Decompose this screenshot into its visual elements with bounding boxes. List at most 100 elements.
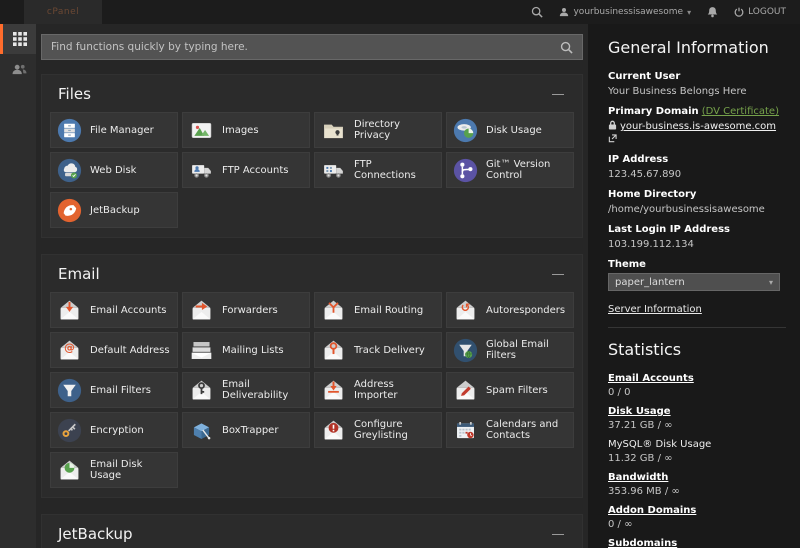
email-disk-usage-icon [57, 458, 82, 483]
app-card-email-accounts[interactable]: Email Accounts [50, 292, 178, 328]
section-jetbackup: JetBackup ↻ Full Account Backups ↻ File … [41, 514, 583, 548]
primary-domain-link[interactable]: your-business.is-awesome.com [620, 121, 776, 132]
info-field: Primary Domain (DV Certificate) your-busi… [608, 105, 786, 146]
sidebar-item-user-manager[interactable] [0, 54, 36, 84]
theme-select[interactable]: paper_lantern ▾ [608, 273, 780, 291]
app-label: Address Importer [354, 379, 398, 401]
chevron-down-icon: ▾ [768, 277, 773, 287]
collapse-jetbackup-icon[interactable] [552, 533, 564, 535]
app-card-encryption[interactable]: Encryption [50, 412, 178, 448]
app-card-autoresponders[interactable]: ↺ Autoresponders [446, 292, 574, 328]
app-label: FTP Accounts [222, 164, 289, 176]
ftp-accounts-icon [189, 158, 214, 183]
main-content: Files File Manager Images Directory Priv… [36, 24, 588, 548]
stat-label[interactable]: Email Accounts [608, 373, 694, 384]
app-card-calendars-and-contacts[interactable]: Calendars and Contacts [446, 412, 574, 448]
app-card-configure-greylisting[interactable]: Configure Greylisting [314, 412, 442, 448]
email-deliverability-icon [189, 378, 214, 403]
stat-item: Bandwidth 353.96 MB / ∞ [608, 471, 786, 498]
app-label: Autoresponders [486, 304, 566, 316]
stat-label[interactable]: Addon Domains [608, 505, 696, 516]
app-card-spam-filters[interactable]: Spam Filters [446, 372, 574, 408]
stat-label[interactable]: Disk Usage [608, 406, 671, 417]
server-information-link[interactable]: Server Information [608, 304, 702, 315]
app-card-global-email-filters[interactable]: Global Email Filters [446, 332, 574, 368]
app-card-track-delivery[interactable]: Track Delivery [314, 332, 442, 368]
svg-text:@: @ [64, 340, 75, 353]
app-label: Email Filters [90, 384, 151, 396]
app-card-mailing-lists[interactable]: Mailing Lists [182, 332, 310, 368]
info-field: Last Login IP Address 103.199.112.134 [608, 223, 786, 251]
app-card-web-disk[interactable]: Web Disk [50, 152, 178, 188]
section-email: Email Email Accounts Forwarders Email Ro… [41, 254, 583, 498]
sidebar-item-tools[interactable] [0, 24, 36, 54]
info-field-value: Your Business Belongs Here [608, 86, 747, 97]
collapse-files-icon[interactable] [552, 93, 564, 95]
track-delivery-icon [321, 338, 346, 363]
app-label: Directory Privacy [354, 119, 401, 141]
jetbackup-icon [57, 198, 82, 223]
notifications-bell-icon[interactable] [707, 6, 718, 18]
svg-text:↺: ↺ [461, 300, 471, 314]
section-header: Email [50, 262, 574, 292]
app-card-boxtrapper[interactable]: BoxTrapper [182, 412, 310, 448]
info-field-value: /home/yourbusinessisawesome [608, 204, 765, 215]
stat-item: Disk Usage 37.21 GB / ∞ [608, 405, 786, 432]
app-card-images[interactable]: Images [182, 112, 310, 148]
topbar: cPanel yourbusinessisawesome ▾ LOGOUT [0, 0, 800, 24]
general-information-title: General Information [608, 38, 769, 57]
info-field-label: Current User [608, 71, 681, 82]
search-input[interactable] [51, 41, 560, 53]
info-field-value: 123.45.67.890 [608, 169, 682, 180]
app-card-disk-usage[interactable]: Disk Usage [446, 112, 574, 148]
boxtrapper-icon [189, 418, 214, 443]
external-link-icon [608, 134, 617, 145]
app-label: Email Accounts [90, 304, 167, 316]
app-card-default-address[interactable]: @ Default Address [50, 332, 178, 368]
logout-button[interactable]: LOGOUT [734, 7, 786, 17]
app-label: Disk Usage [486, 124, 542, 136]
username: yourbusinessisawesome [573, 7, 684, 17]
stat-item: Addon Domains 0 / ∞ [608, 504, 786, 531]
logout-label: LOGOUT [748, 7, 786, 17]
app-label: Mailing Lists [222, 344, 284, 356]
app-card-forwarders[interactable]: Forwarders [182, 292, 310, 328]
stat-value: 11.32 GB / ∞ [608, 453, 673, 464]
cpanel-logo[interactable]: cPanel [24, 0, 102, 24]
stat-item: Subdomains 0 / ∞ [608, 537, 786, 548]
app-card-git-version-control[interactable]: Git™ Version Control [446, 152, 574, 188]
file-manager-icon [57, 118, 82, 143]
dv-certificate-link[interactable]: (DV Certificate) [702, 106, 779, 117]
mailing-lists-icon [189, 338, 214, 363]
app-card-address-importer[interactable]: Address Importer [314, 372, 442, 408]
app-card-file-manager[interactable]: File Manager [50, 112, 178, 148]
stat-label: MySQL® Disk Usage [608, 439, 712, 450]
app-card-email-deliverability[interactable]: Email Deliverability [182, 372, 310, 408]
section-header: JetBackup [50, 522, 574, 548]
collapse-email-icon[interactable] [552, 273, 564, 275]
app-card-email-routing[interactable]: Email Routing [314, 292, 442, 328]
right-sidebar: General Information Current User Your Bu… [588, 24, 800, 548]
info-field: Current User Your Business Belongs Here [608, 70, 786, 98]
search-icon[interactable] [531, 6, 544, 18]
app-card-jetbackup[interactable]: JetBackup [50, 192, 178, 228]
theme-value: paper_lantern [615, 276, 685, 288]
app-card-email-disk-usage[interactable]: Email Disk Usage [50, 452, 178, 488]
app-label: File Manager [90, 124, 154, 136]
email-accounts-icon [57, 298, 82, 323]
app-card-ftp-connections[interactable]: FTP Connections [314, 152, 442, 188]
theme-label: Theme [608, 259, 646, 270]
power-icon [734, 7, 744, 17]
app-card-ftp-accounts[interactable]: FTP Accounts [182, 152, 310, 188]
user-menu-button[interactable]: yourbusinessisawesome ▾ [559, 7, 691, 17]
email-routing-icon [321, 298, 346, 323]
stat-label[interactable]: Subdomains [608, 538, 677, 548]
app-card-email-filters[interactable]: Email Filters [50, 372, 178, 408]
app-card-directory-privacy[interactable]: Directory Privacy [314, 112, 442, 148]
theme-field: Theme paper_lantern ▾ [608, 258, 786, 291]
app-label: JetBackup [90, 204, 140, 216]
disk-usage-icon [453, 118, 478, 143]
app-label: Email Deliverability [222, 379, 289, 401]
people-icon [12, 63, 27, 76]
stat-label[interactable]: Bandwidth [608, 472, 668, 483]
